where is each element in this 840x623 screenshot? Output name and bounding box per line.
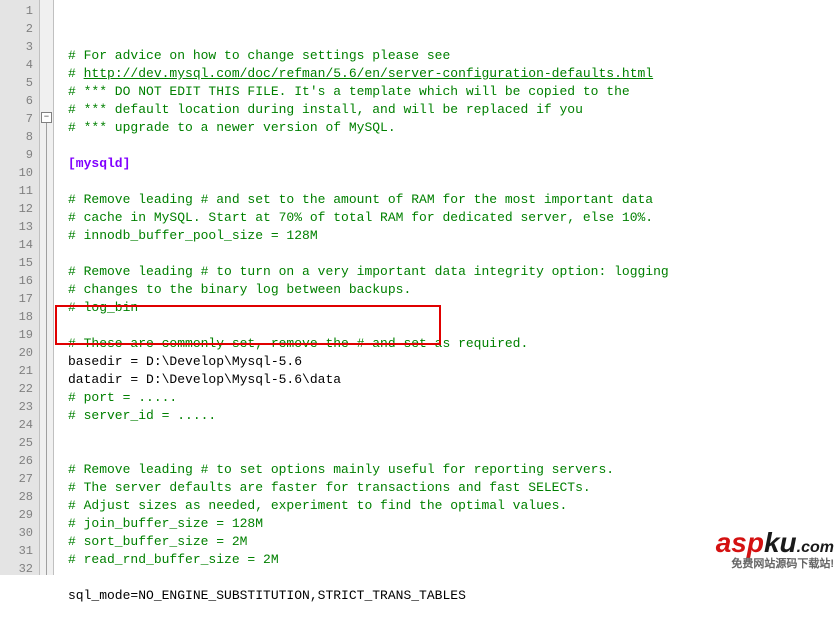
code-token: # log_bin [68,300,138,315]
line-number: 1 [0,2,39,20]
code-token: # *** upgrade to a newer version of MySQ… [68,120,396,135]
code-token: # [68,66,84,81]
code-token: # server_id = ..... [68,408,216,423]
line-number: 20 [0,344,39,362]
code-line[interactable]: # *** upgrade to a newer version of MySQ… [60,119,840,137]
code-line[interactable]: # join_buffer_size = 128M [60,515,840,533]
code-line[interactable]: [mysqld] [60,155,840,173]
code-token: # read_rnd_buffer_size = 2M [68,552,279,567]
code-token: sql_mode=NO_ENGINE_SUBSTITUTION,STRICT_T… [68,588,466,603]
line-number: 19 [0,326,39,344]
code-line[interactable] [60,443,840,461]
line-number: 17 [0,290,39,308]
code-token: datadir = D:\Develop\Mysql-5.6\data [68,372,341,387]
code-line[interactable]: # The server defaults are faster for tra… [60,479,840,497]
line-number: 24 [0,416,39,434]
code-token: # port = ..... [68,390,177,405]
line-number: 31 [0,542,39,560]
code-token: basedir = D:\Develop\Mysql-5.6 [68,354,302,369]
code-line[interactable]: # *** default location during install, a… [60,101,840,119]
line-number: 22 [0,380,39,398]
code-token: # join_buffer_size = 128M [68,516,263,531]
code-line[interactable]: # These are commonly set, remove the # a… [60,335,840,353]
line-number: 27 [0,470,39,488]
code-token: # sort_buffer_size = 2M [68,534,247,549]
fold-toggle-icon[interactable]: − [41,112,52,123]
code-line[interactable]: sql_mode=NO_ENGINE_SUBSTITUTION,STRICT_T… [60,587,840,605]
code-token: # cache in MySQL. Start at 70% of total … [68,210,653,225]
code-line[interactable]: # For advice on how to change settings p… [60,47,840,65]
line-number: 10 [0,164,39,182]
line-number: 32 [0,560,39,578]
code-line[interactable] [60,425,840,443]
line-number: 28 [0,488,39,506]
code-line[interactable]: basedir = D:\Develop\Mysql-5.6 [60,353,840,371]
code-line[interactable]: # *** DO NOT EDIT THIS FILE. It's a temp… [60,83,840,101]
code-line[interactable]: # Remove leading # to turn on a very imp… [60,263,840,281]
code-token: # *** DO NOT EDIT THIS FILE. It's a temp… [68,84,630,99]
code-line[interactable]: # changes to the binary log between back… [60,281,840,299]
code-token: # Remove leading # and set to the amount… [68,192,653,207]
code-line[interactable] [60,173,840,191]
code-line[interactable] [60,569,840,587]
line-number: 13 [0,218,39,236]
line-number: 29 [0,506,39,524]
code-line[interactable]: # Remove leading # and set to the amount… [60,191,840,209]
code-line[interactable]: # Remove leading # to set options mainly… [60,461,840,479]
code-token-link: http://dev.mysql.com/doc/refman/5.6/en/s… [84,66,654,81]
code-line[interactable]: # read_rnd_buffer_size = 2M [60,551,840,569]
line-number: 18 [0,308,39,326]
code-line[interactable]: # sort_buffer_size = 2M [60,533,840,551]
code-area[interactable]: # For advice on how to change settings p… [54,0,840,575]
fold-guide [46,123,47,575]
code-token: # Remove leading # to turn on a very imp… [68,264,669,279]
line-number: 25 [0,434,39,452]
line-number: 23 [0,398,39,416]
code-token: # *** default location during install, a… [68,102,583,117]
code-line[interactable]: # server_id = ..... [60,407,840,425]
line-number: 26 [0,452,39,470]
code-token: # innodb_buffer_pool_size = 128M [68,228,318,243]
code-line[interactable]: # cache in MySQL. Start at 70% of total … [60,209,840,227]
code-line[interactable] [60,245,840,263]
code-token: # changes to the binary log between back… [68,282,411,297]
line-number: 11 [0,182,39,200]
code-line[interactable] [60,317,840,335]
line-number: 4 [0,56,39,74]
code-token: # Remove leading # to set options mainly… [68,462,614,477]
line-number-gutter: 1234567891011121314151617181920212223242… [0,0,40,575]
line-number: 2 [0,20,39,38]
line-number: 8 [0,128,39,146]
fold-gutter[interactable]: − [40,0,54,575]
code-editor[interactable]: 1234567891011121314151617181920212223242… [0,0,840,575]
code-line[interactable] [60,605,840,623]
line-number: 9 [0,146,39,164]
line-number: 7 [0,110,39,128]
line-number: 6 [0,92,39,110]
line-number: 3 [0,38,39,56]
line-number: 15 [0,254,39,272]
code-token: # These are commonly set, remove the # a… [68,336,528,351]
line-number: 30 [0,524,39,542]
line-number: 16 [0,272,39,290]
line-number: 5 [0,74,39,92]
code-token: # Adjust sizes as needed, experiment to … [68,498,567,513]
line-number: 21 [0,362,39,380]
code-token: [mysqld] [68,156,130,171]
code-token: # The server defaults are faster for tra… [68,480,591,495]
code-line[interactable]: datadir = D:\Develop\Mysql-5.6\data [60,371,840,389]
code-token: # For advice on how to change settings p… [68,48,450,63]
code-line[interactable]: # innodb_buffer_pool_size = 128M [60,227,840,245]
line-number: 12 [0,200,39,218]
code-line[interactable]: # log_bin [60,299,840,317]
code-line[interactable]: # Adjust sizes as needed, experiment to … [60,497,840,515]
line-number: 14 [0,236,39,254]
code-line[interactable]: # http://dev.mysql.com/doc/refman/5.6/en… [60,65,840,83]
code-line[interactable]: # port = ..... [60,389,840,407]
code-line[interactable] [60,137,840,155]
